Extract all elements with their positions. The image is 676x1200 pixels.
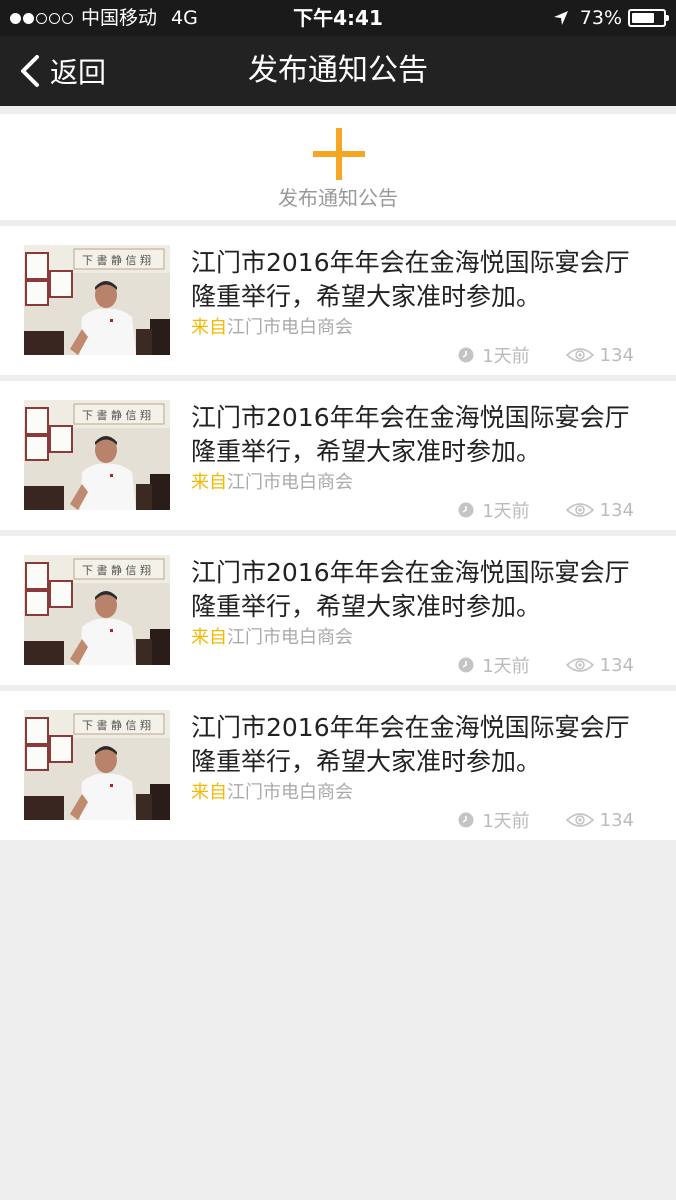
list-item[interactable]: 下 書 静 信 翔 江门市2016年年会在金海悦国际宴会厅隆重举行，希望大家准时… [0,226,676,375]
time-ago: 1天前 [482,811,530,832]
notice-title: 江门市2016年年会在金海悦国际宴会厅隆重举行，希望大家准时参加。 [191,713,630,776]
notice-meta: 1天前 134 [458,343,634,367]
notice-list: 下 書 静 信 翔 江门市2016年年会在金海悦国际宴会厅隆重举行，希望大家准时… [0,226,676,846]
source-prefix: 来自 [191,782,227,803]
notice-source: 来自江门市电白商会 [191,316,353,340]
navigation-bar: 返回 发布通知公告 [0,36,676,106]
list-item[interactable]: 下 書 静 信 翔 江门市2016年年会在金海悦国际宴会厅隆重举行，希望大家准时… [0,536,676,685]
notice-meta: 1天前 134 [458,498,634,522]
svg-text:下 書 静 信 翔: 下 書 静 信 翔 [82,563,151,577]
person-photo-image: 下 書 静 信 翔 [24,400,170,510]
notice-title: 江门市2016年年会在金海悦国际宴会厅隆重举行，希望大家准时参加。 [191,403,630,466]
battery-percentage: 73% [579,7,622,29]
clock-icon [458,812,474,828]
status-bar: 中国移动 4G 下午4:41 73% [0,0,676,36]
notice-meta: 1天前 134 [458,653,634,677]
notice-meta: 1天前 134 [458,808,634,832]
notice-source: 来自江门市电白商会 [191,781,353,805]
source-prefix: 来自 [191,627,227,648]
person-photo-image: 下 書 静 信 翔 [24,555,170,665]
location-arrow-icon [553,11,568,25]
eye-icon [565,813,594,827]
clock-icon [458,502,474,518]
view-count: 134 [599,499,634,521]
eye-icon [565,658,594,672]
source-prefix: 来自 [191,472,227,493]
svg-text:下 書 静 信 翔: 下 書 静 信 翔 [82,253,151,267]
clock-icon [458,657,474,673]
source-org: 江门市电白商会 [227,627,353,648]
back-label: 返回 [50,56,107,89]
battery-icon [628,9,669,27]
chevron-left-icon [21,55,39,87]
source-org: 江门市电白商会 [227,472,353,493]
list-item[interactable]: 下 書 静 信 翔 江门市2016年年会在金海悦国际宴会厅隆重举行，希望大家准时… [0,381,676,530]
publish-label: 发布通知公告 [278,186,398,210]
svg-text:下 書 静 信 翔: 下 書 静 信 翔 [82,408,151,422]
time-ago: 1天前 [482,346,530,367]
notice-thumbnail: 下 書 静 信 翔 [24,400,170,510]
eye-icon [565,503,594,517]
time-ago: 1天前 [482,501,530,522]
source-org: 江门市电白商会 [227,782,353,803]
svg-text:下 書 静 信 翔: 下 書 静 信 翔 [82,718,151,732]
list-item[interactable]: 下 書 静 信 翔 江门市2016年年会在金海悦国际宴会厅隆重举行，希望大家准时… [0,691,676,840]
person-photo-image: 下 書 静 信 翔 [24,245,170,355]
plus-icon [313,128,365,180]
notice-thumbnail: 下 書 静 信 翔 [24,555,170,665]
source-prefix: 来自 [191,317,227,338]
back-button[interactable]: 返回 [18,36,106,106]
eye-icon [565,348,594,362]
notice-thumbnail: 下 書 静 信 翔 [24,710,170,820]
notice-source: 来自江门市电白商会 [191,626,353,650]
notice-source: 来自江门市电白商会 [191,471,353,495]
publish-notice-button[interactable]: 发布通知公告 [0,114,676,220]
notice-thumbnail: 下 書 静 信 翔 [24,245,170,355]
view-count: 134 [599,654,634,676]
time-ago: 1天前 [482,656,530,677]
view-count: 134 [599,809,634,831]
person-photo-image: 下 書 静 信 翔 [24,710,170,820]
notice-title: 江门市2016年年会在金海悦国际宴会厅隆重举行，希望大家准时参加。 [191,248,630,311]
view-count: 134 [599,344,634,366]
notice-title: 江门市2016年年会在金海悦国际宴会厅隆重举行，希望大家准时参加。 [191,558,630,621]
clock-icon [458,347,474,363]
source-org: 江门市电白商会 [227,317,353,338]
status-right: 73% [552,0,669,36]
